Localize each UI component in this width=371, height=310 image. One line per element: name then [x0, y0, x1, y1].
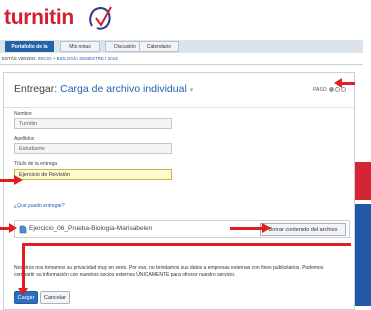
breadcrumb-prefix: ESTÁS VIENDO:	[2, 56, 37, 61]
what-can-i-submit-link[interactable]: ¿Qué puedo entregar?	[14, 203, 65, 209]
chevron-down-icon[interactable]: ▾	[190, 87, 194, 94]
annotation-arrow-icon	[18, 288, 28, 296]
breadcrumb-path[interactable]: INICIO > BIOLOGÍA SEMESTRE I 2018	[38, 56, 118, 61]
turnitin-logo-icon	[89, 6, 112, 30]
breadcrumb: ESTÁS VIENDO: INICIO > BIOLOGÍA SEMESTRE…	[2, 56, 118, 61]
annotation-line	[22, 243, 25, 290]
selected-file-name: Ejercicio_06_Prueba-Biología-Marisabelen	[29, 225, 153, 232]
file-icon	[19, 225, 27, 234]
annotation-arrow-icon	[14, 175, 23, 185]
submission-title-label: Título de la entrega	[14, 161, 58, 167]
annotation-red-block	[355, 162, 371, 200]
annotation-line	[230, 227, 266, 230]
panel-header: Entregar: Carga de archivo individual ▾ …	[4, 73, 354, 108]
annotation-arrow-icon	[262, 223, 271, 233]
annotation-line	[22, 243, 351, 246]
tab-my-grades[interactable]: Mis notas	[60, 41, 100, 52]
submission-type-dropdown[interactable]: Carga de archivo individual	[60, 83, 187, 95]
annotation-line	[340, 82, 355, 85]
annotation-blue-block	[355, 204, 371, 306]
divider	[0, 64, 363, 65]
last-name-field[interactable]: Estudiante	[14, 143, 172, 154]
title-prefix: Entregar:	[14, 83, 58, 95]
privacy-notice: Nosotros nos tomamos su privacidad muy e…	[14, 265, 324, 278]
remove-file-button[interactable]: Borrar contenido del archivo	[260, 223, 346, 236]
annotation-arrow-icon	[9, 223, 17, 233]
step-label: PASO	[313, 87, 327, 93]
submission-panel: Entregar: Carga de archivo individual ▾ …	[3, 72, 355, 310]
first-name-label: Nombre	[14, 111, 32, 117]
class-navbar	[0, 40, 363, 53]
tab-calendar[interactable]: Calendario	[139, 41, 179, 52]
first-name-field[interactable]: Turnitin	[14, 118, 172, 129]
last-name-label: Apellidos	[14, 136, 35, 142]
turnitin-logo[interactable]: turnitin	[4, 6, 74, 30]
selected-file-box: Ejercicio_06_Prueba-Biología-Marisabelen…	[14, 220, 350, 238]
annotation-arrow-icon	[334, 78, 342, 88]
submission-title-field[interactable]: Ejercicio de Revisión	[14, 169, 172, 180]
cancel-button[interactable]: Cancelar	[40, 291, 70, 304]
tab-class-portfolio[interactable]: Portafolio de la clase	[5, 41, 54, 61]
app-header: turnitin	[0, 0, 371, 40]
page-title: Entregar: Carga de archivo individual ▾	[14, 83, 193, 95]
